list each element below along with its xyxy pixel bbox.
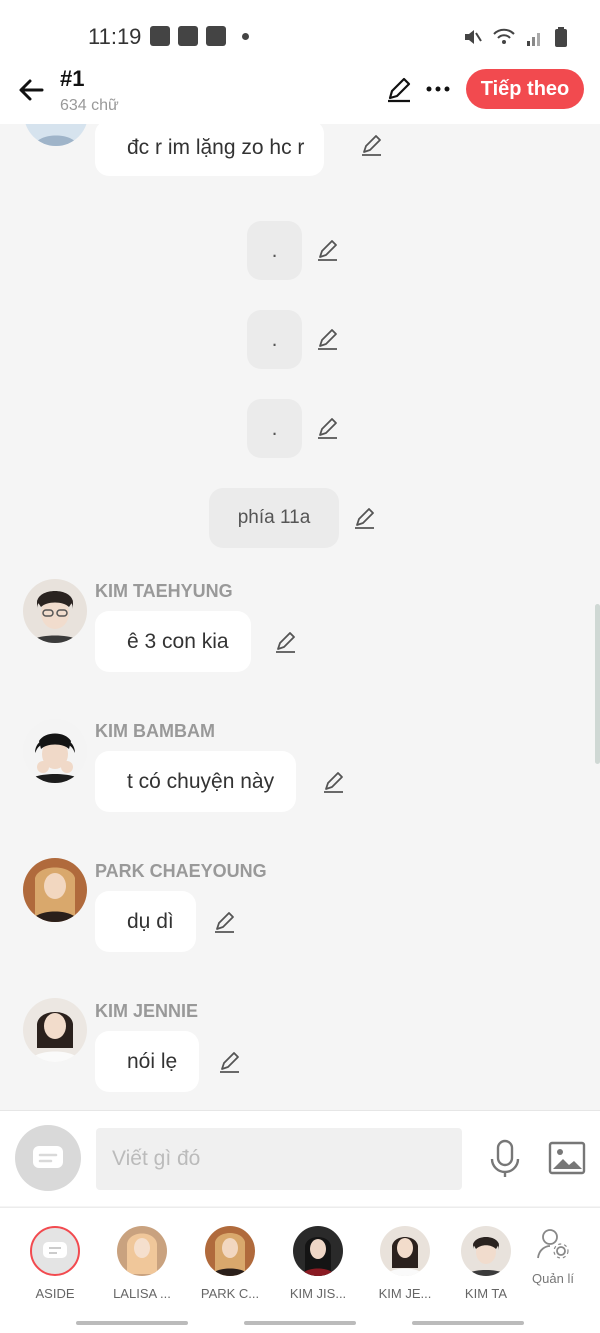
character-aside[interactable]: ASIDE [19,1226,91,1301]
message-bubble[interactable]: đc r im lặng zo hc r [95,124,325,176]
avatar [461,1226,511,1276]
character-name: ASIDE [35,1286,75,1301]
gallery-icon [150,26,170,46]
character-name: KIM JE... [378,1286,432,1301]
chat-bubble-icon [33,1146,63,1168]
narration-bubble[interactable]: phía 11a [209,488,339,548]
avatar [380,1226,430,1276]
character-selector: ASIDE LALISA ... PARK C... KIM JIS... KI… [0,1207,600,1313]
character-name: PARK C... [200,1286,260,1301]
top-app-bar: #1 634 chữ Tiếp theo [0,64,600,124]
edit-message-pencil-icon[interactable] [315,415,341,441]
sender-name: KIM JENNIE [95,1001,199,1021]
message-input[interactable] [96,1128,462,1190]
narration-bubble[interactable]: . [247,310,302,369]
image-icon[interactable] [548,1141,586,1175]
avatar-kim-jennie[interactable] [23,998,87,1062]
character-kim-taehyung[interactable]: KIM TA [452,1226,520,1301]
edit-message-pencil-icon[interactable] [315,237,341,263]
notification-icons [150,26,249,46]
avatar[interactable] [24,124,88,146]
edit-message-pencil-icon[interactable] [273,629,299,655]
manage-label: Quản lí [532,1271,574,1286]
status-time: 11:19 [88,24,142,49]
avatar-kim-bambam[interactable] [23,719,87,783]
edit-message-pencil-icon[interactable] [217,1049,243,1075]
character-park-chaeyoung[interactable]: PARK C... [194,1226,266,1301]
edit-message-pencil-icon[interactable] [359,132,385,158]
sender-name: KIM TAEHYUNG [95,581,233,601]
avatar [205,1226,255,1276]
character-name: KIM JIS... [289,1286,347,1301]
user-settings-icon [537,1229,569,1259]
aside-mode-button[interactable] [15,1125,81,1191]
message-bubble[interactable]: ê 3 con kia [95,611,251,672]
narration-bubble[interactable]: . [247,399,302,458]
aside-icon [30,1226,80,1276]
page-title: #1 [60,66,85,91]
edit-message-pencil-icon[interactable] [315,326,341,352]
chat-thread[interactable]: đc r im lặng zo hc r . . . phía 11a KIM … [0,124,600,1110]
edit-message-pencil-icon[interactable] [321,769,347,795]
nav-back-handle[interactable] [412,1321,524,1325]
sender-name: KIM BAMBAM [95,721,215,741]
character-lalisa[interactable]: LALISA ... [106,1226,178,1301]
signal-icon [527,33,540,46]
mute-icon [465,30,482,44]
manage-characters-button[interactable]: Quản lí [523,1226,583,1286]
back-arrow-icon[interactable] [14,72,50,108]
app-icon [206,26,226,46]
edit-message-pencil-icon[interactable] [352,505,378,531]
narration-bubble[interactable]: . [247,221,302,280]
message-bubble[interactable]: dụ dì [95,891,196,952]
message-bubble[interactable]: nói lẹ [95,1031,200,1092]
shopping-icon [178,26,198,46]
nav-home-handle[interactable] [244,1321,356,1325]
sender-name: PARK CHAEYOUNG [95,861,267,881]
character-kim-jisoo[interactable]: KIM JIS... [282,1226,354,1301]
avatar-park-chaeyoung[interactable] [23,858,87,922]
edit-pencil-icon[interactable] [384,74,414,104]
status-bar: 11:19 [0,0,600,64]
wifi-icon [493,28,515,44]
edit-message-pencil-icon[interactable] [212,909,238,935]
system-navigation-bar [0,1313,600,1333]
character-kim-jennie[interactable]: KIM JE... [369,1226,441,1301]
message-bubble[interactable]: t có chuyện này [95,751,297,812]
more-notifications-dot-icon [242,32,249,40]
more-options-icon[interactable] [424,74,452,104]
character-name: LALISA ... [113,1286,171,1301]
next-button[interactable]: Tiếp theo [466,69,584,109]
avatar-kim-taehyung[interactable] [23,579,87,643]
system-icons [462,26,568,48]
nav-recents-handle[interactable] [76,1321,188,1325]
battery-icon [555,27,567,47]
microphone-icon[interactable] [488,1139,522,1179]
message-composer [0,1110,600,1206]
word-count: 634 chữ [60,97,119,114]
character-name: KIM TA [464,1286,508,1301]
avatar [293,1226,343,1276]
avatar [117,1226,167,1276]
scroll-indicator[interactable] [595,604,600,764]
